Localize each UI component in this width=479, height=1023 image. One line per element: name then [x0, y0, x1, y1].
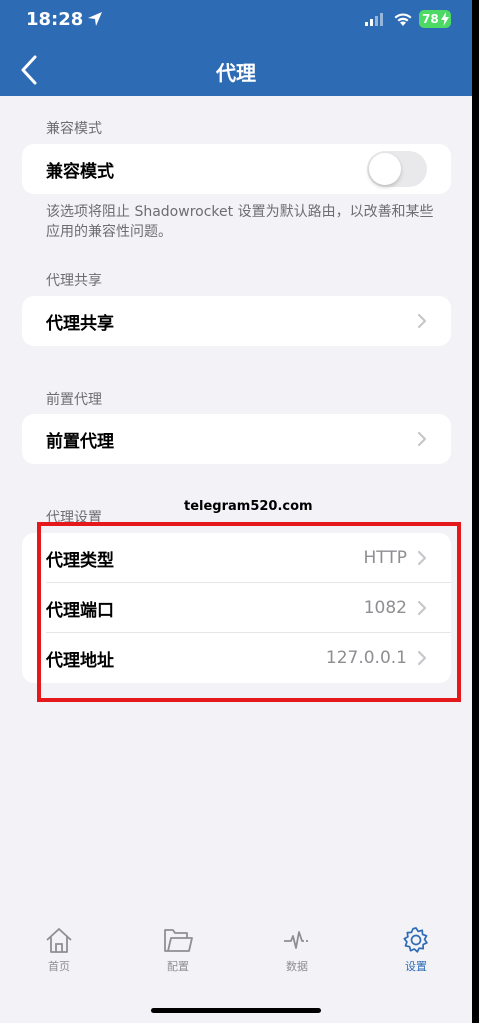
tab-config[interactable]: 配置 — [138, 926, 218, 974]
front-proxy-label: 前置代理 — [46, 431, 114, 452]
navigation-header: 18:28 78 代理 — [0, 0, 472, 96]
compat-mode-label: 兼容模式 — [46, 161, 114, 182]
battery-indicator: 78 — [419, 10, 451, 28]
screen: 18:28 78 代理 兼容模式 兼容模式 该选项将阻止 Shadowrocke… — [0, 0, 472, 1023]
folder-icon — [164, 929, 193, 952]
tab-label: 设置 — [405, 960, 427, 973]
status-time: 18:28 — [26, 9, 84, 30]
page-title: 代理 — [216, 61, 256, 85]
tab-label: 数据 — [286, 960, 308, 973]
tab-label: 首页 — [48, 960, 70, 973]
front-proxy-row[interactable]: 前置代理 — [22, 414, 451, 464]
activity-icon — [284, 931, 308, 949]
wifi-icon — [394, 13, 412, 26]
proxy-share-row[interactable]: 代理共享 — [22, 296, 451, 346]
cellular-signal-icon — [365, 13, 383, 26]
tab-home[interactable]: 首页 — [19, 926, 99, 974]
tab-bar: 首页 配置 数据 设置 — [0, 926, 472, 986]
home-indicator — [151, 1008, 321, 1013]
location-arrow-icon — [88, 12, 102, 26]
watermark-text: telegram520.com — [184, 499, 313, 514]
red-highlight-box — [37, 522, 461, 702]
chevron-right-icon — [417, 313, 427, 329]
toggle-knob — [369, 153, 401, 185]
section-header-compat: 兼容模式 — [46, 121, 102, 137]
screen-edge — [472, 0, 479, 1023]
tab-data[interactable]: 数据 — [257, 926, 337, 974]
compat-mode-row: 兼容模式 — [22, 144, 451, 194]
tab-label: 配置 — [167, 960, 189, 973]
proxy-share-label: 代理共享 — [46, 313, 114, 334]
compat-footnote: 该选项将阻止 Shadowrocket 设置为默认路由，以改善和某些应用的兼容性… — [46, 204, 434, 240]
front-proxy-card: 前置代理 — [22, 414, 451, 464]
charging-bolt-icon — [441, 12, 449, 26]
tab-settings[interactable]: 设置 — [376, 926, 456, 974]
battery-level: 78 — [422, 12, 439, 26]
gear-icon — [403, 927, 428, 953]
compat-mode-toggle[interactable] — [367, 151, 427, 187]
share-card: 代理共享 — [22, 296, 451, 346]
chevron-right-icon — [417, 431, 427, 447]
compat-card: 兼容模式 — [22, 144, 451, 194]
home-icon — [46, 928, 72, 953]
section-header-front-proxy: 前置代理 — [46, 392, 102, 408]
section-header-share: 代理共享 — [46, 273, 102, 289]
